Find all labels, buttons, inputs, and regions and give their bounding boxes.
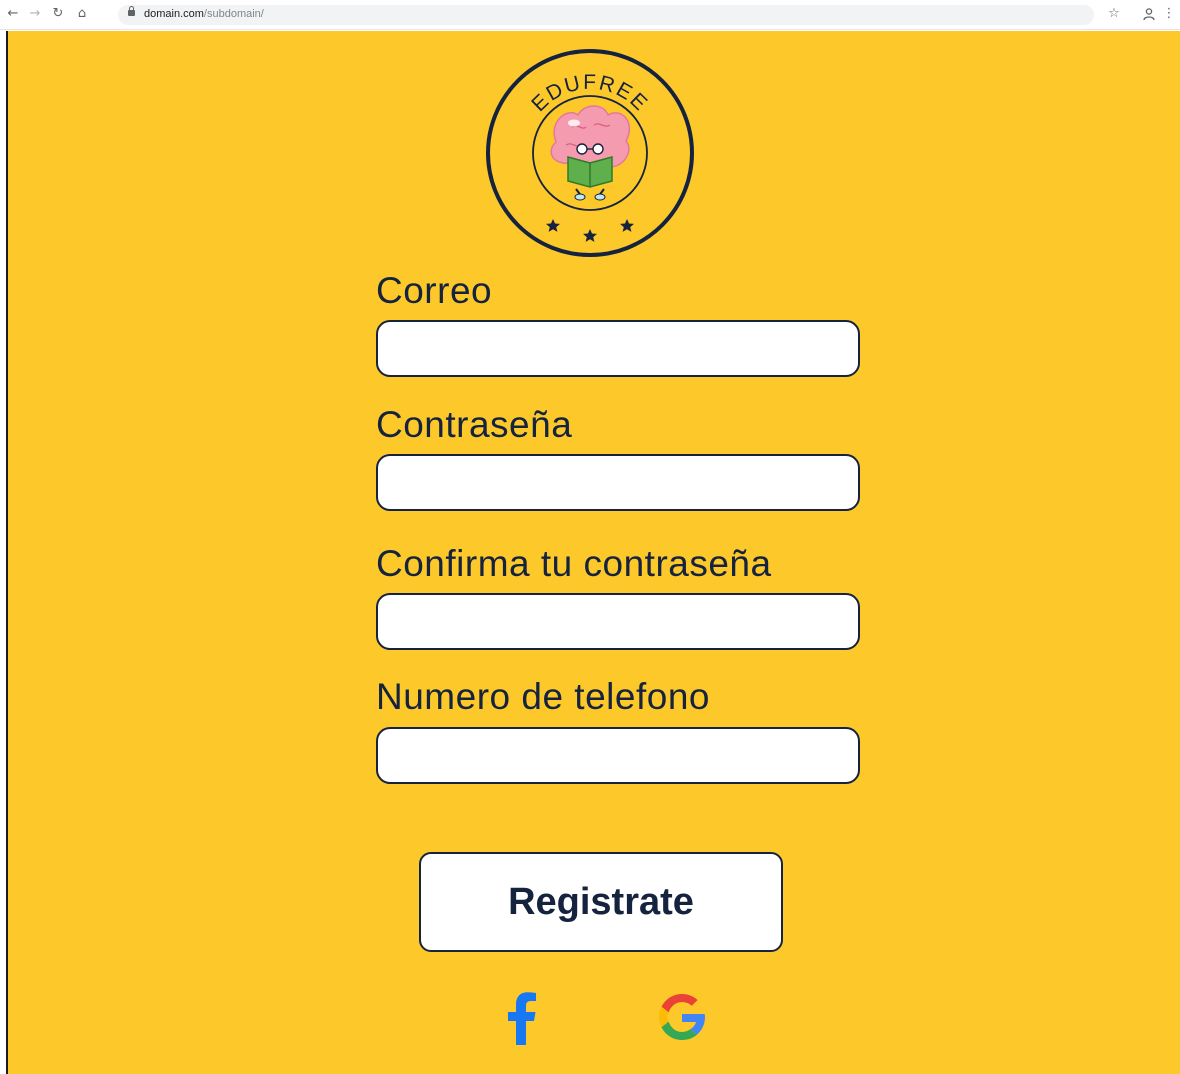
home-icon[interactable]: ⌂ [73,5,91,23]
edufree-logo: EDUFREE [486,49,694,257]
password-field[interactable] [376,454,860,511]
menu-icon[interactable]: ⋮ [1160,5,1178,23]
browser-toolbar: ← → ↻ ⌂ domain.com/subdomain/ ☆ ⋮ [0,0,1180,30]
url-path: /subdomain/ [203,8,264,20]
forward-arrow-icon[interactable]: → [26,5,44,23]
profile-icon[interactable] [1140,5,1158,23]
email-label: Correo [376,270,493,311]
email-field[interactable] [376,320,860,377]
confirm-password-field[interactable] [376,593,860,650]
phone-field[interactable] [376,727,860,784]
url-text: domain.com/subdomain/ [144,8,264,20]
google-icon[interactable] [652,987,712,1047]
phone-label: Numero de telefono [376,676,710,717]
star-icon[interactable]: ☆ [1105,5,1123,23]
password-label: Contraseña [376,404,573,445]
address-bar[interactable]: domain.com/subdomain/ [118,5,1094,25]
lock-icon [128,6,135,16]
confirm-password-label: Confirma tu contraseña [376,543,772,584]
register-button[interactable]: Registrate [419,852,783,952]
reload-icon[interactable]: ↻ [49,5,67,23]
registration-page: EDUFREE Correo Contraseña Confirma tu co… [8,31,1180,1074]
window-edge [0,31,8,1074]
facebook-icon[interactable] [492,987,552,1047]
url-domain: domain.com [144,8,204,20]
back-arrow-icon[interactable]: ← [4,5,22,23]
